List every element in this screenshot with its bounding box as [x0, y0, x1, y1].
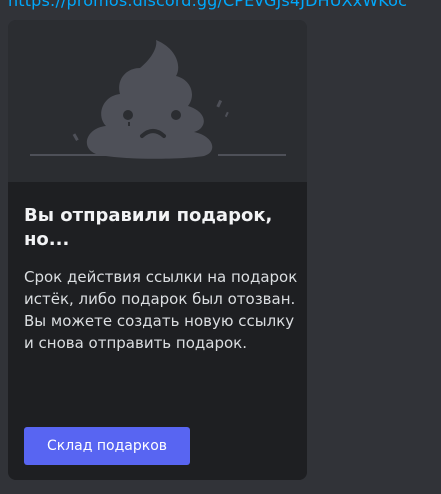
- gift-banner: [8, 20, 307, 182]
- gift-inventory-button[interactable]: Склад подарков: [24, 427, 190, 465]
- gift-card-body: Вы отправили подарок, но... Срок действи…: [8, 182, 307, 480]
- gift-card: Вы отправили подарок, но... Срок действи…: [8, 20, 307, 480]
- chat-area: https://promos.discord.gg/CPEvGJs4JDHUXx…: [0, 0, 441, 494]
- gift-card-description: Срок действия ссылки на подарок истёк, л…: [24, 268, 298, 352]
- sad-poop-icon: [30, 40, 286, 159]
- gift-link[interactable]: https://promos.discord.gg/CPEvGJs4JDHUXx…: [8, 0, 407, 11]
- gift-card-title: Вы отправили подарок, но...: [24, 205, 273, 250]
